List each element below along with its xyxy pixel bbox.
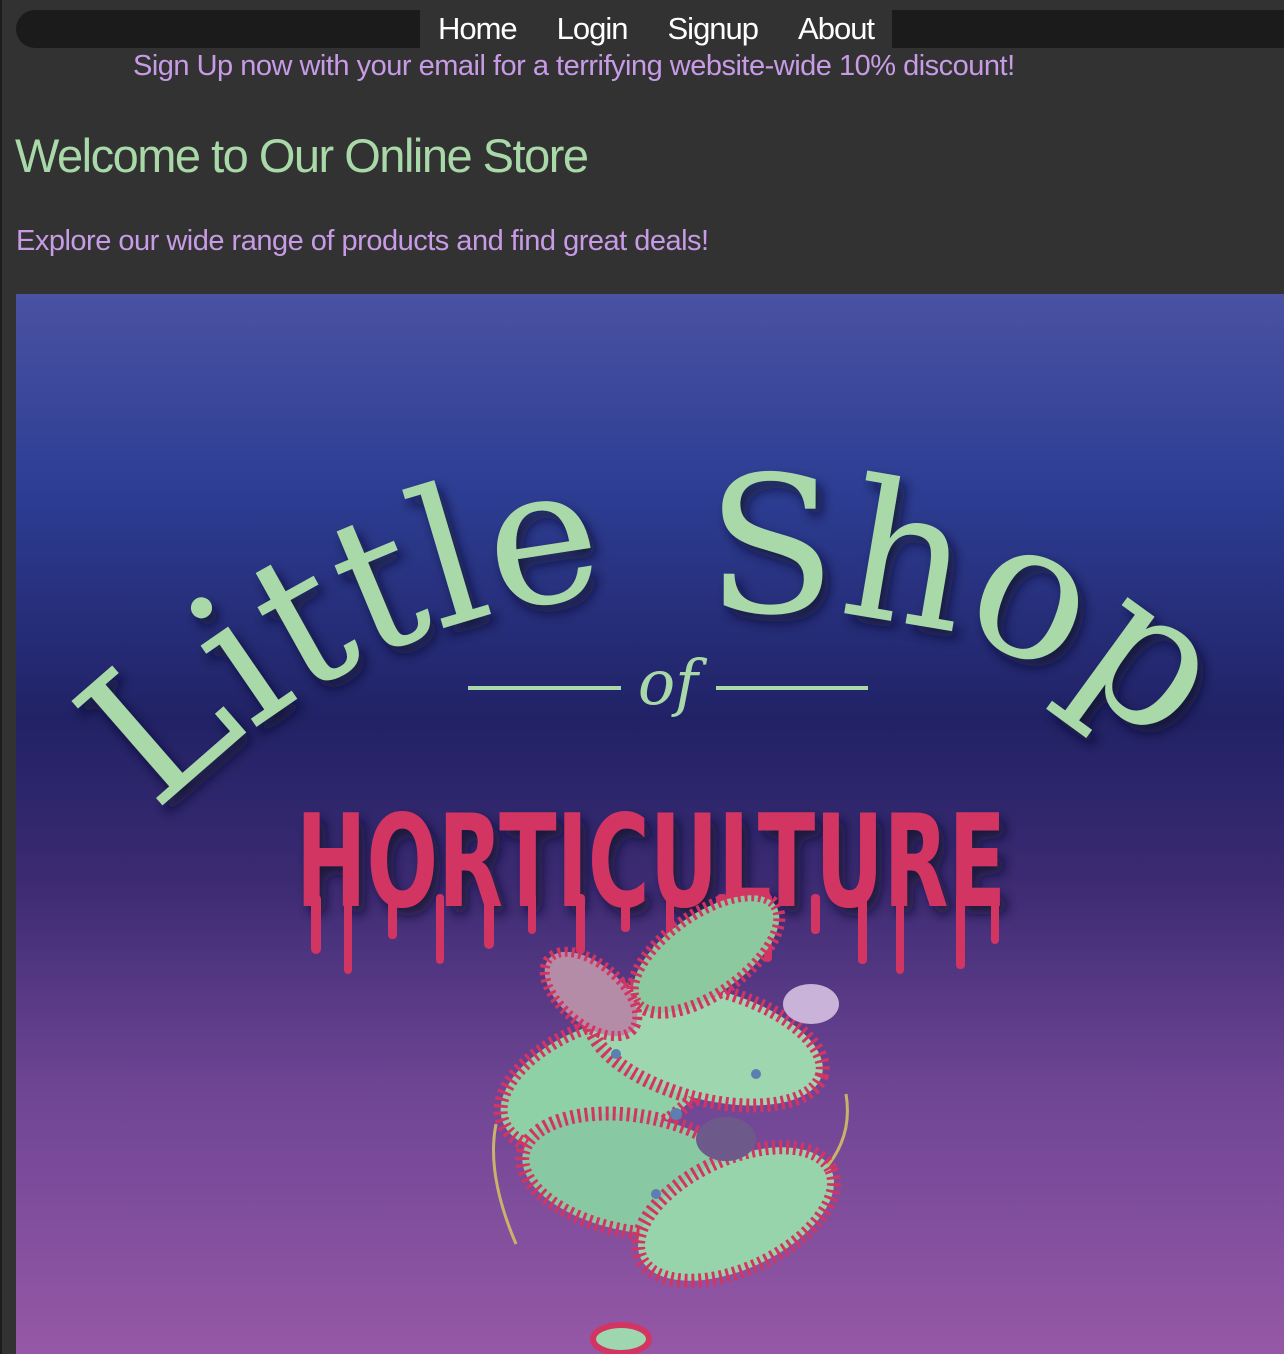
logo-word-of: of [638,646,708,719]
nav-menu: Home Login Signup About [420,10,892,48]
nav-about-link[interactable]: About [798,11,875,47]
window-edge [0,0,2,1354]
logo-word-shop: Shop [706,436,1267,782]
nav-signup-link[interactable]: Signup [668,11,760,47]
page-subtitle: Explore our wide range of products and f… [16,225,709,257]
promo-banner-text: Sign Up now with your email for a terrif… [133,50,1015,82]
nav-home-link[interactable]: Home [438,11,518,47]
page-title: Welcome to Our Online Store [15,129,589,182]
venus-flytrap-icon [492,889,849,1354]
nav-login-link[interactable]: Login [557,11,629,47]
page: Home Login Signup About Sign Up now with… [0,0,1284,1354]
store-logo: Little Shop of HORTICULTURE [39,419,1267,1354]
hero-banner-image: Little Shop of HORTICULTURE [16,294,1284,1354]
logo-word-little: Little [39,419,614,846]
